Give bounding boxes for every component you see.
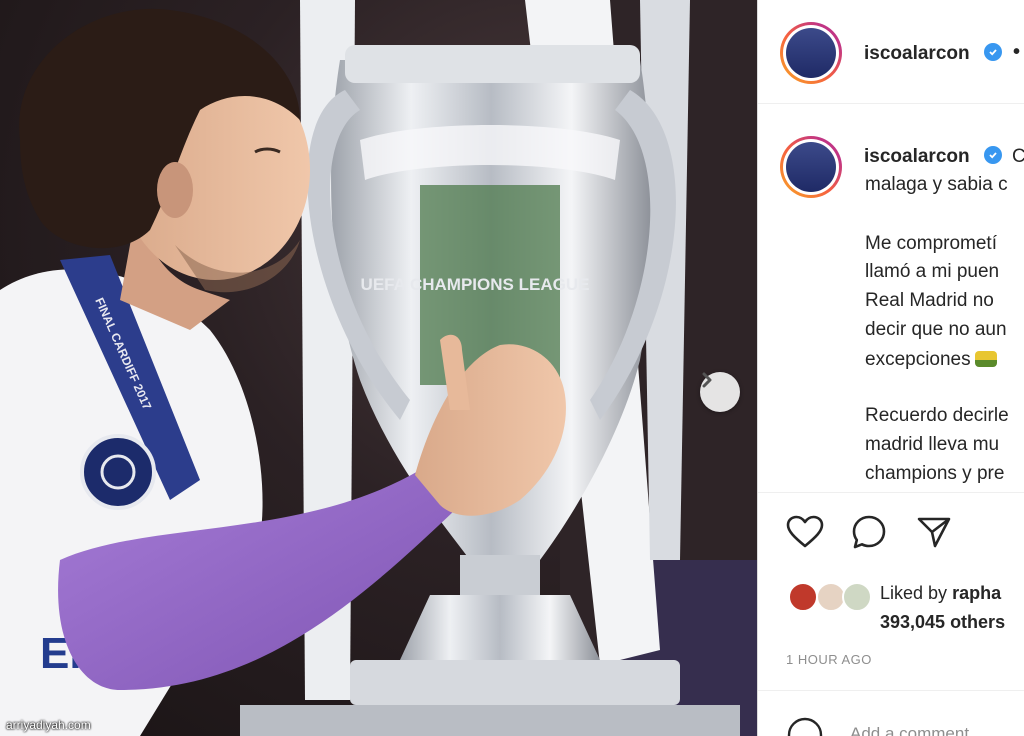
smiley-icon[interactable] [786,716,824,736]
comment-input[interactable]: Add a comment... [850,724,983,736]
caption-line: Real Madrid no [865,290,994,311]
caption-first-word: C [1012,146,1024,168]
likes-count[interactable]: 393,045 others [880,612,1005,633]
player-ear [157,162,193,218]
caption-line: llamó a mi puen [865,261,1000,282]
trophy-engraving: UEFA CHAMPIONS LEAGUE [361,275,590,294]
caption-line-with-emoji: excepciones [865,349,997,371]
caption-line-text: excepciones [865,349,971,370]
header-avatar[interactable] [780,22,842,84]
trophy-rim [345,45,640,83]
liked-by-label: Liked by [880,583,948,603]
trophy-plinth [240,705,740,736]
caption-line: Recuerdo decirle [865,405,1009,426]
liker-username[interactable]: rapha [952,583,1001,603]
champions-sleeve-badge [80,434,156,510]
post-side-panel: iscoalarcon • iscoalarcon C malaga y sab… [757,0,1024,736]
carousel-next-button[interactable] [700,372,740,412]
actions-divider [758,492,1024,493]
trophy-base [350,660,680,705]
verified-badge-icon [984,146,1002,164]
chevron-right-icon [702,372,712,388]
more-options-button[interactable]: • [1013,41,1020,64]
caption-line: Me comprometí [865,233,997,254]
caption-username[interactable]: iscoalarcon [864,146,970,168]
caption-line: madrid lleva mu [865,434,1000,455]
liked-by-line: Liked by rapha [880,583,1001,604]
avatar-image [786,28,836,78]
comment-divider [758,690,1024,691]
watermark: arriyadiyah.com [6,718,91,732]
caption-line: decir que no aun [865,319,1007,340]
caption-line: champions y pre [865,463,1005,484]
header-username[interactable]: iscoalarcon [864,43,970,65]
liker-avatar[interactable] [788,582,818,612]
heart-icon[interactable] [786,515,824,549]
trophy-stem [460,555,540,595]
comment-bubble-icon[interactable] [851,514,887,550]
post-timestamp[interactable]: 1 HOUR AGO [786,652,872,667]
paper-plane-icon[interactable] [916,515,952,549]
avatar-image [786,142,836,192]
liker-avatar[interactable] [842,582,872,612]
trophy-foot [400,595,600,660]
caption-line: malaga y sabia c [865,174,1008,195]
photo-illustration: UEFA CHAMPIONS LEAGUE FINAL CARDIFF 2017… [0,0,757,736]
header-divider [758,103,1024,104]
lion-emoji-icon [974,351,997,367]
verified-badge-icon [984,43,1002,61]
caption-avatar[interactable] [780,136,842,198]
post-photo: UEFA CHAMPIONS LEAGUE FINAL CARDIFF 2017… [0,0,757,736]
